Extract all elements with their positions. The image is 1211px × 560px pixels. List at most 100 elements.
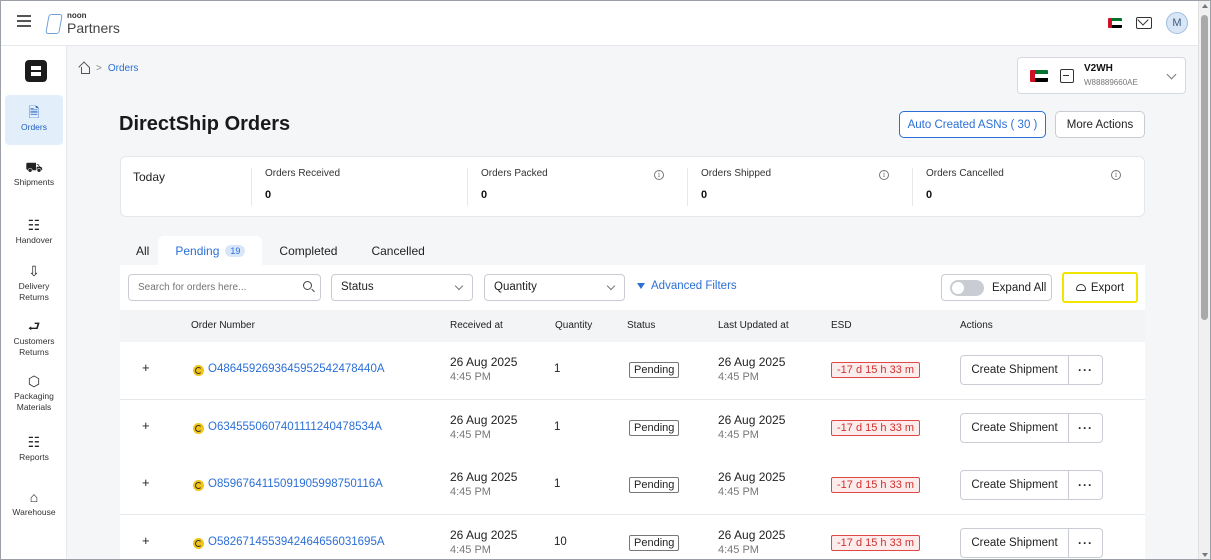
scroll-thumb[interactable] bbox=[1201, 15, 1208, 320]
info-icon[interactable]: i bbox=[654, 170, 664, 180]
sidebar-item-reports[interactable]: ☷ Reports bbox=[5, 435, 63, 463]
advanced-filters-link[interactable]: Advanced Filters bbox=[637, 280, 737, 292]
status-dropdown[interactable]: Status bbox=[331, 274, 473, 301]
order-number-link[interactable]: O48645926936459525424784​40A bbox=[208, 363, 385, 375]
chevron-down-icon bbox=[454, 281, 464, 291]
row-more-button[interactable]: ··· bbox=[1068, 413, 1103, 443]
customer-returns-icon: ⮐ bbox=[27, 318, 41, 334]
table-row: + O48645926936459525424784​40A 26 Aug 20… bbox=[120, 342, 1145, 400]
create-shipment-button[interactable]: Create Shipment bbox=[960, 528, 1069, 558]
warehouse-selector[interactable]: V2WH W88889660AE bbox=[1017, 57, 1186, 94]
last-updated-at: 26 Aug 2025 4:45 PM bbox=[718, 413, 786, 441]
quantity: 1 bbox=[554, 363, 561, 375]
filter-icon bbox=[637, 283, 645, 289]
table-header: Order Number Received at Quantity Status… bbox=[120, 310, 1145, 342]
home-icon[interactable] bbox=[79, 63, 90, 74]
last-updated-at: 26 Aug 2025 4:45 PM bbox=[718, 355, 786, 383]
chevron-down-icon bbox=[1166, 69, 1177, 80]
toggle-switch[interactable] bbox=[950, 279, 984, 296]
stat-orders-packed: Orders Packed 0 i bbox=[467, 168, 687, 206]
column-header: Status bbox=[627, 320, 656, 331]
received-at: 26 Aug 2025 4:45 PM bbox=[450, 470, 518, 498]
sidebar-item-orders[interactable]: 🗎 Orders bbox=[5, 95, 63, 145]
search-input[interactable] bbox=[128, 274, 321, 301]
warehouse-code: W88889660AE bbox=[1084, 77, 1138, 87]
order-status-icon bbox=[193, 538, 204, 549]
row-more-button[interactable]: ··· bbox=[1068, 470, 1103, 500]
column-header: Quantity bbox=[555, 320, 593, 331]
status-badge: Pending bbox=[629, 535, 680, 551]
create-shipment-button[interactable]: Create Shipment bbox=[960, 413, 1069, 443]
scrollbar[interactable] bbox=[1198, 1, 1210, 559]
expand-all-toggle[interactable]: Expand All bbox=[941, 274, 1052, 301]
info-icon[interactable]: i bbox=[1111, 170, 1121, 180]
order-number-link[interactable]: O634555060740111124047853​4A bbox=[208, 421, 382, 433]
quantity: 1 bbox=[554, 478, 561, 490]
status-badge: Pending bbox=[629, 362, 680, 378]
status-badge: Pending bbox=[629, 420, 680, 436]
app-window: noon Partners M 🗎 Orders ⛟ Shipments ☷ H… bbox=[0, 0, 1211, 560]
stat-orders-received: Orders Received 0 bbox=[251, 168, 467, 206]
scroll-up-icon[interactable] bbox=[1202, 4, 1208, 8]
search-icon[interactable] bbox=[303, 281, 312, 290]
avatar[interactable]: M bbox=[1166, 12, 1188, 34]
uae-flag-icon[interactable] bbox=[1108, 18, 1122, 28]
expand-row-icon[interactable]: + bbox=[142, 533, 150, 548]
expand-row-icon[interactable]: + bbox=[142, 360, 150, 375]
order-number-link[interactable]: O58267145539424646560316​95A bbox=[208, 536, 385, 548]
column-header: Received at bbox=[450, 320, 503, 331]
store-icon bbox=[1060, 68, 1074, 83]
sidebar-item-delivery-returns[interactable]: ⇩ Delivery Returns bbox=[5, 264, 63, 303]
expand-row-icon[interactable]: + bbox=[142, 475, 150, 490]
brand-icon[interactable] bbox=[25, 60, 47, 82]
column-header: Actions bbox=[960, 320, 993, 331]
sidebar-item-shipments[interactable]: ⛟ Shipments bbox=[5, 160, 63, 188]
last-updated-at: 26 Aug 2025 4:45 PM bbox=[718, 528, 786, 556]
delivery-returns-icon: ⇩ bbox=[28, 263, 40, 279]
create-shipment-button[interactable]: Create Shipment bbox=[960, 470, 1069, 500]
sidebar-item-customers-returns[interactable]: ⮐ Customers Returns bbox=[5, 319, 63, 358]
warehouse-icon: ⌂ bbox=[29, 489, 39, 505]
warehouse-name: V2WH bbox=[1084, 62, 1113, 74]
more-actions-button[interactable]: More Actions bbox=[1055, 111, 1145, 138]
auto-created-asns-button[interactable]: Auto Created ASNs ( 30 ) bbox=[899, 111, 1046, 138]
column-header: Last Updated at bbox=[718, 320, 789, 331]
stat-orders-shipped: Orders Shipped 0 i bbox=[687, 168, 912, 206]
breadcrumb: > Orders bbox=[79, 63, 138, 74]
info-icon[interactable]: i bbox=[879, 170, 889, 180]
sidebar-item-warehouse[interactable]: ⌂ Warehouse bbox=[5, 490, 63, 518]
breadcrumb-orders-link[interactable]: Orders bbox=[108, 63, 139, 74]
row-more-button[interactable]: ··· bbox=[1068, 528, 1103, 558]
order-tabs: All Pending 19 Completed Cancelled bbox=[120, 236, 442, 265]
tab-all[interactable]: All bbox=[120, 236, 158, 265]
create-shipment-button[interactable]: Create Shipment bbox=[960, 355, 1069, 385]
scroll-down-icon[interactable] bbox=[1202, 553, 1208, 557]
quantity-dropdown[interactable]: Quantity bbox=[484, 274, 625, 301]
pending-count-badge: 19 bbox=[225, 244, 246, 257]
row-more-button[interactable]: ··· bbox=[1068, 355, 1103, 385]
tab-pending[interactable]: Pending 19 bbox=[158, 236, 263, 265]
quantity: 10 bbox=[554, 536, 567, 548]
logo[interactable]: noon Partners bbox=[45, 12, 120, 35]
table-row: + O634555060740111124047853​4A 26 Aug 20… bbox=[120, 400, 1145, 458]
stat-orders-cancelled: Orders Cancelled 0 i bbox=[912, 168, 1137, 206]
export-button[interactable]: Export bbox=[1062, 272, 1138, 303]
handover-icon: ☷ bbox=[27, 217, 41, 233]
esd-badge: -17 d 15 h 33 m bbox=[831, 420, 921, 436]
received-at: 26 Aug 2025 4:45 PM bbox=[450, 355, 518, 383]
order-number-link[interactable]: O85967641150919059987501​16A bbox=[208, 478, 383, 490]
menu-icon[interactable] bbox=[17, 15, 31, 27]
sidebar-item-packaging-materials[interactable]: ⬡ Packaging Materials bbox=[5, 374, 63, 413]
uae-flag-icon bbox=[1030, 69, 1048, 82]
status-badge: Pending bbox=[629, 477, 680, 493]
clipboard-icon: ☷ bbox=[27, 434, 41, 450]
sidebar-item-handover[interactable]: ☷ Handover bbox=[5, 218, 63, 246]
tab-cancelled[interactable]: Cancelled bbox=[354, 236, 441, 265]
esd-badge: -17 d 15 h 33 m bbox=[831, 535, 921, 551]
tab-completed[interactable]: Completed bbox=[262, 236, 354, 265]
page-title: DirectShip Orders bbox=[119, 113, 291, 135]
truck-icon: ⛟ bbox=[25, 159, 43, 175]
expand-row-icon[interactable]: + bbox=[142, 418, 150, 433]
mail-icon[interactable] bbox=[1136, 17, 1152, 29]
order-status-icon bbox=[193, 365, 204, 376]
